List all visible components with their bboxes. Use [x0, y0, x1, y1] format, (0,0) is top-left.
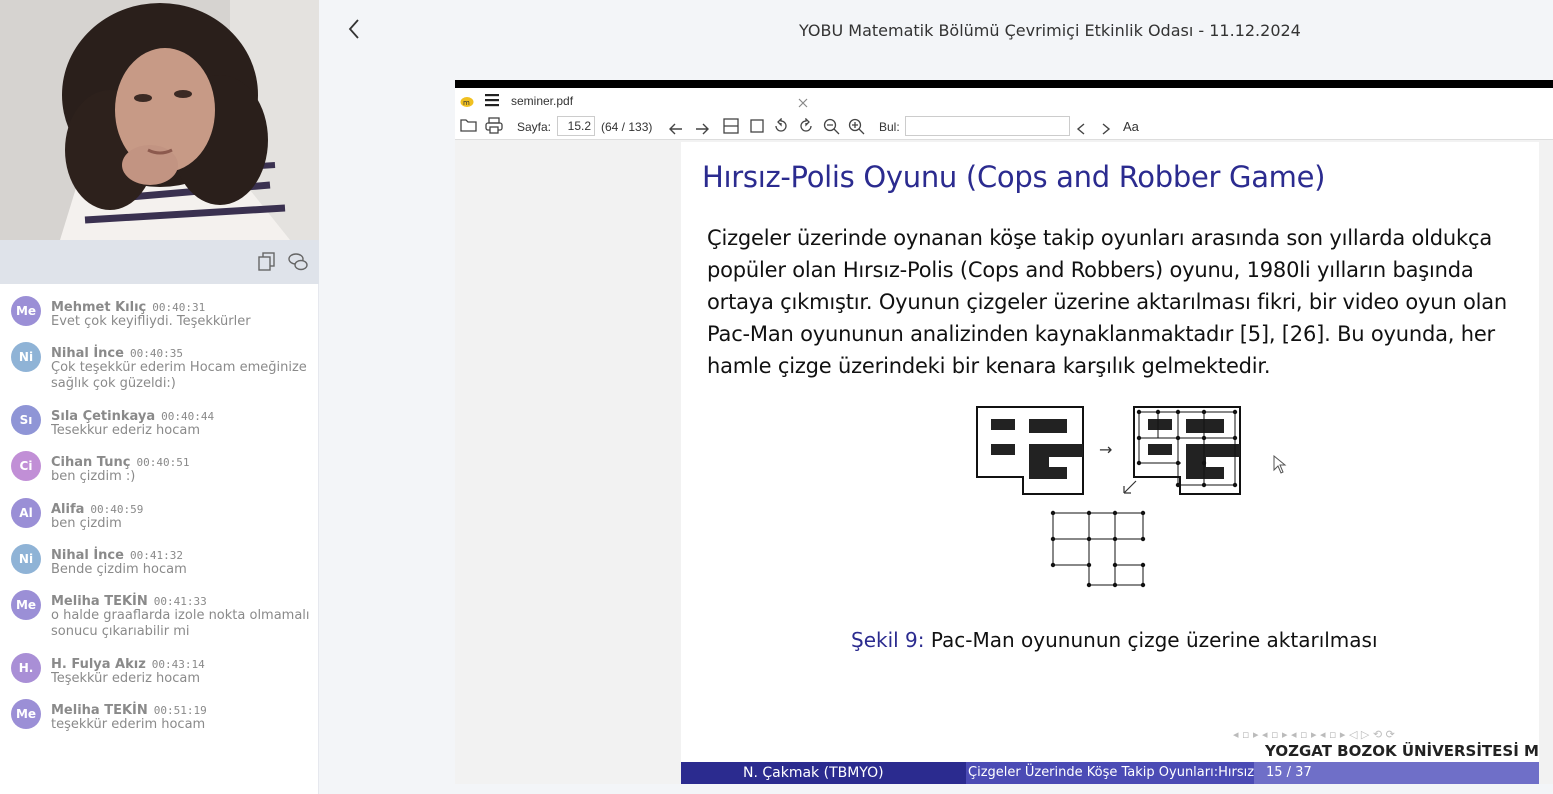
message-text: o halde graaflarda izole nokta olmamalı … — [51, 608, 310, 639]
avatar: Al — [11, 498, 41, 528]
sender-name: Nihal İnce — [51, 346, 124, 361]
message-text: Evet çok keyifliydi. Teşekkürler — [51, 314, 251, 329]
pdf-toolbar: Sayfa: (64 / 133) — [455, 112, 1553, 140]
rotate-right-icon[interactable] — [798, 117, 814, 138]
close-tab-icon[interactable] — [798, 93, 808, 112]
message-time: 00:40:35 — [129, 347, 183, 360]
match-case-toggle[interactable]: Aa — [1123, 119, 1139, 134]
university-name: YOZGAT BOZOK ÜNİVERSİTESİ Matematik — [1265, 742, 1539, 760]
avatar: Sı — [11, 405, 41, 435]
sender-name: H. Fulya Akız — [51, 657, 146, 672]
avatar: Ni — [11, 544, 41, 574]
hamburger-menu-icon[interactable] — [485, 92, 499, 111]
slide-title: Hırsız-Polis Oyunu (Cops and Robber Game… — [702, 160, 1326, 194]
sender-name: Sıla Çetinkaya — [51, 409, 156, 424]
message-time: 00:43:14 — [151, 658, 205, 671]
avatar: Ci — [11, 451, 41, 481]
message-time: 00:41:32 — [129, 549, 183, 562]
sender-name: Mehmet Kılıç — [51, 300, 147, 315]
message-text: Tesekkur ederiz hocam — [51, 423, 201, 438]
message-time: 00:41:33 — [153, 595, 207, 608]
sender-name: Cihan Tunç — [51, 455, 131, 470]
sender-name: Alifa — [51, 502, 85, 517]
back-button[interactable] — [347, 18, 367, 44]
figure-caption: Şekil 9: Pac-Man oyununun çizge üzerine … — [851, 628, 1378, 652]
left-sidebar: Me Mehmet Kılıç 00:40:31 Evet çok keyifli… — [0, 0, 319, 794]
pdf-tab-bar: m seminer.pdf — [455, 88, 1553, 112]
slide-body-text: Çizgeler üzerinde oynanan köşe takip oyu… — [707, 226, 1508, 378]
mouse-cursor-icon — [1273, 455, 1287, 474]
chevron-left-icon[interactable] — [1076, 120, 1086, 139]
caption-text: Pac-Man oyununun çizge üzerine aktarılma… — [930, 628, 1378, 652]
find-label: Bul: — [879, 120, 900, 134]
message-time: 00:40:44 — [161, 410, 215, 423]
message-text: teşekkür ederim hocam — [51, 717, 206, 732]
message-text: Bende çizdim hocam — [51, 562, 187, 577]
copy-icon[interactable] — [258, 252, 278, 272]
page-number-input[interactable] — [557, 116, 595, 136]
participant-video[interactable] — [0, 0, 319, 240]
message-time: 00:40:59 — [90, 503, 144, 516]
avatar: Ni — [11, 342, 41, 372]
message-time: 00:40:51 — [136, 456, 190, 469]
video-frame-image — [0, 0, 319, 240]
arrow-right-icon[interactable] — [695, 120, 709, 139]
chevron-right-icon[interactable] — [1101, 120, 1111, 139]
rotate-left-icon[interactable] — [773, 117, 789, 138]
pdf-tab-title[interactable]: seminer.pdf — [511, 94, 573, 108]
footer-page-number: 15 / 37 — [1254, 762, 1539, 784]
chat-message-list[interactable]: Me Mehmet Kılıç 00:40:31 Evet çok keyifli… — [0, 290, 319, 790]
avatar: Me — [11, 699, 41, 729]
zoom-in-icon[interactable] — [848, 118, 865, 139]
beamer-navigation-icons: ◂ ▫ ▸ ◂ ▫ ▸ ◂ ▫ ▸ ◂ ▫ ▸ ◁ ▷ ⟲ ⟳ — [1233, 728, 1395, 741]
chat-bubbles-icon[interactable] — [288, 252, 308, 272]
message-time: 00:51:19 — [153, 704, 207, 717]
svg-text:m: m — [463, 99, 470, 107]
screen-share-area: m seminer.pdf Sayfa: (64 / 133) — [319, 60, 1553, 794]
print-icon[interactable] — [485, 117, 503, 138]
svg-text:→: → — [1099, 440, 1112, 459]
message-text: Teşekkür ederiz hocam — [51, 671, 201, 686]
footer-title: Çizgeler Üzerinde Köşe Takip Oyunları:Hı… — [966, 762, 1254, 784]
avatar: H. — [11, 653, 41, 683]
avatar: Me — [11, 296, 41, 326]
room-title: YOBU Matematik Bölümü Çevrimiçi Etkinlik… — [799, 21, 1301, 40]
chevron-left-icon — [348, 19, 359, 39]
shared-screen: m seminer.pdf Sayfa: (64 / 133) — [455, 80, 1553, 784]
find-input[interactable] — [905, 116, 1070, 136]
caption-label: Şekil 9: — [851, 628, 925, 652]
pacman-graph-figure: → — [976, 406, 1241, 588]
message-time: 00:40:31 — [152, 301, 206, 314]
page-count: (64 / 133) — [601, 120, 653, 134]
sender-name: Meliha TEKİN — [51, 703, 148, 718]
sender-name: Nihal İnce — [51, 548, 124, 563]
room-header: YOBU Matematik Bölümü Çevrimiçi Etkinlik… — [319, 0, 1553, 60]
message-text: ben çizdim :) — [51, 469, 136, 484]
message-text: ben çizdim — [51, 516, 122, 531]
footer-author: N. Çakmak (TBMYO) — [681, 762, 966, 784]
page-label: Sayfa: — [517, 120, 552, 134]
fit-page-icon[interactable] — [749, 118, 765, 138]
fit-width-icon[interactable] — [723, 118, 739, 138]
sender-name: Meliha TEKİN — [51, 594, 148, 609]
video-toolbar — [0, 240, 319, 284]
app-logo-icon: m — [460, 93, 474, 112]
slide-footer: ◂ ▫ ▸ ◂ ▫ ▸ ◂ ▫ ▸ ◂ ▫ ▸ ◁ ▷ ⟲ ⟳ YOZGAT B… — [681, 728, 1539, 784]
message-text: Çok teşekkür ederim Hocam emeğinize sağl… — [51, 360, 307, 391]
arrow-left-icon[interactable] — [669, 120, 683, 139]
screen-top-bar — [455, 80, 1553, 88]
zoom-out-icon[interactable] — [823, 118, 840, 139]
slide-page: Hırsız-Polis Oyunu (Cops and Robber Game… — [681, 142, 1539, 784]
avatar: Me — [11, 590, 41, 620]
open-folder-icon[interactable] — [460, 118, 478, 137]
